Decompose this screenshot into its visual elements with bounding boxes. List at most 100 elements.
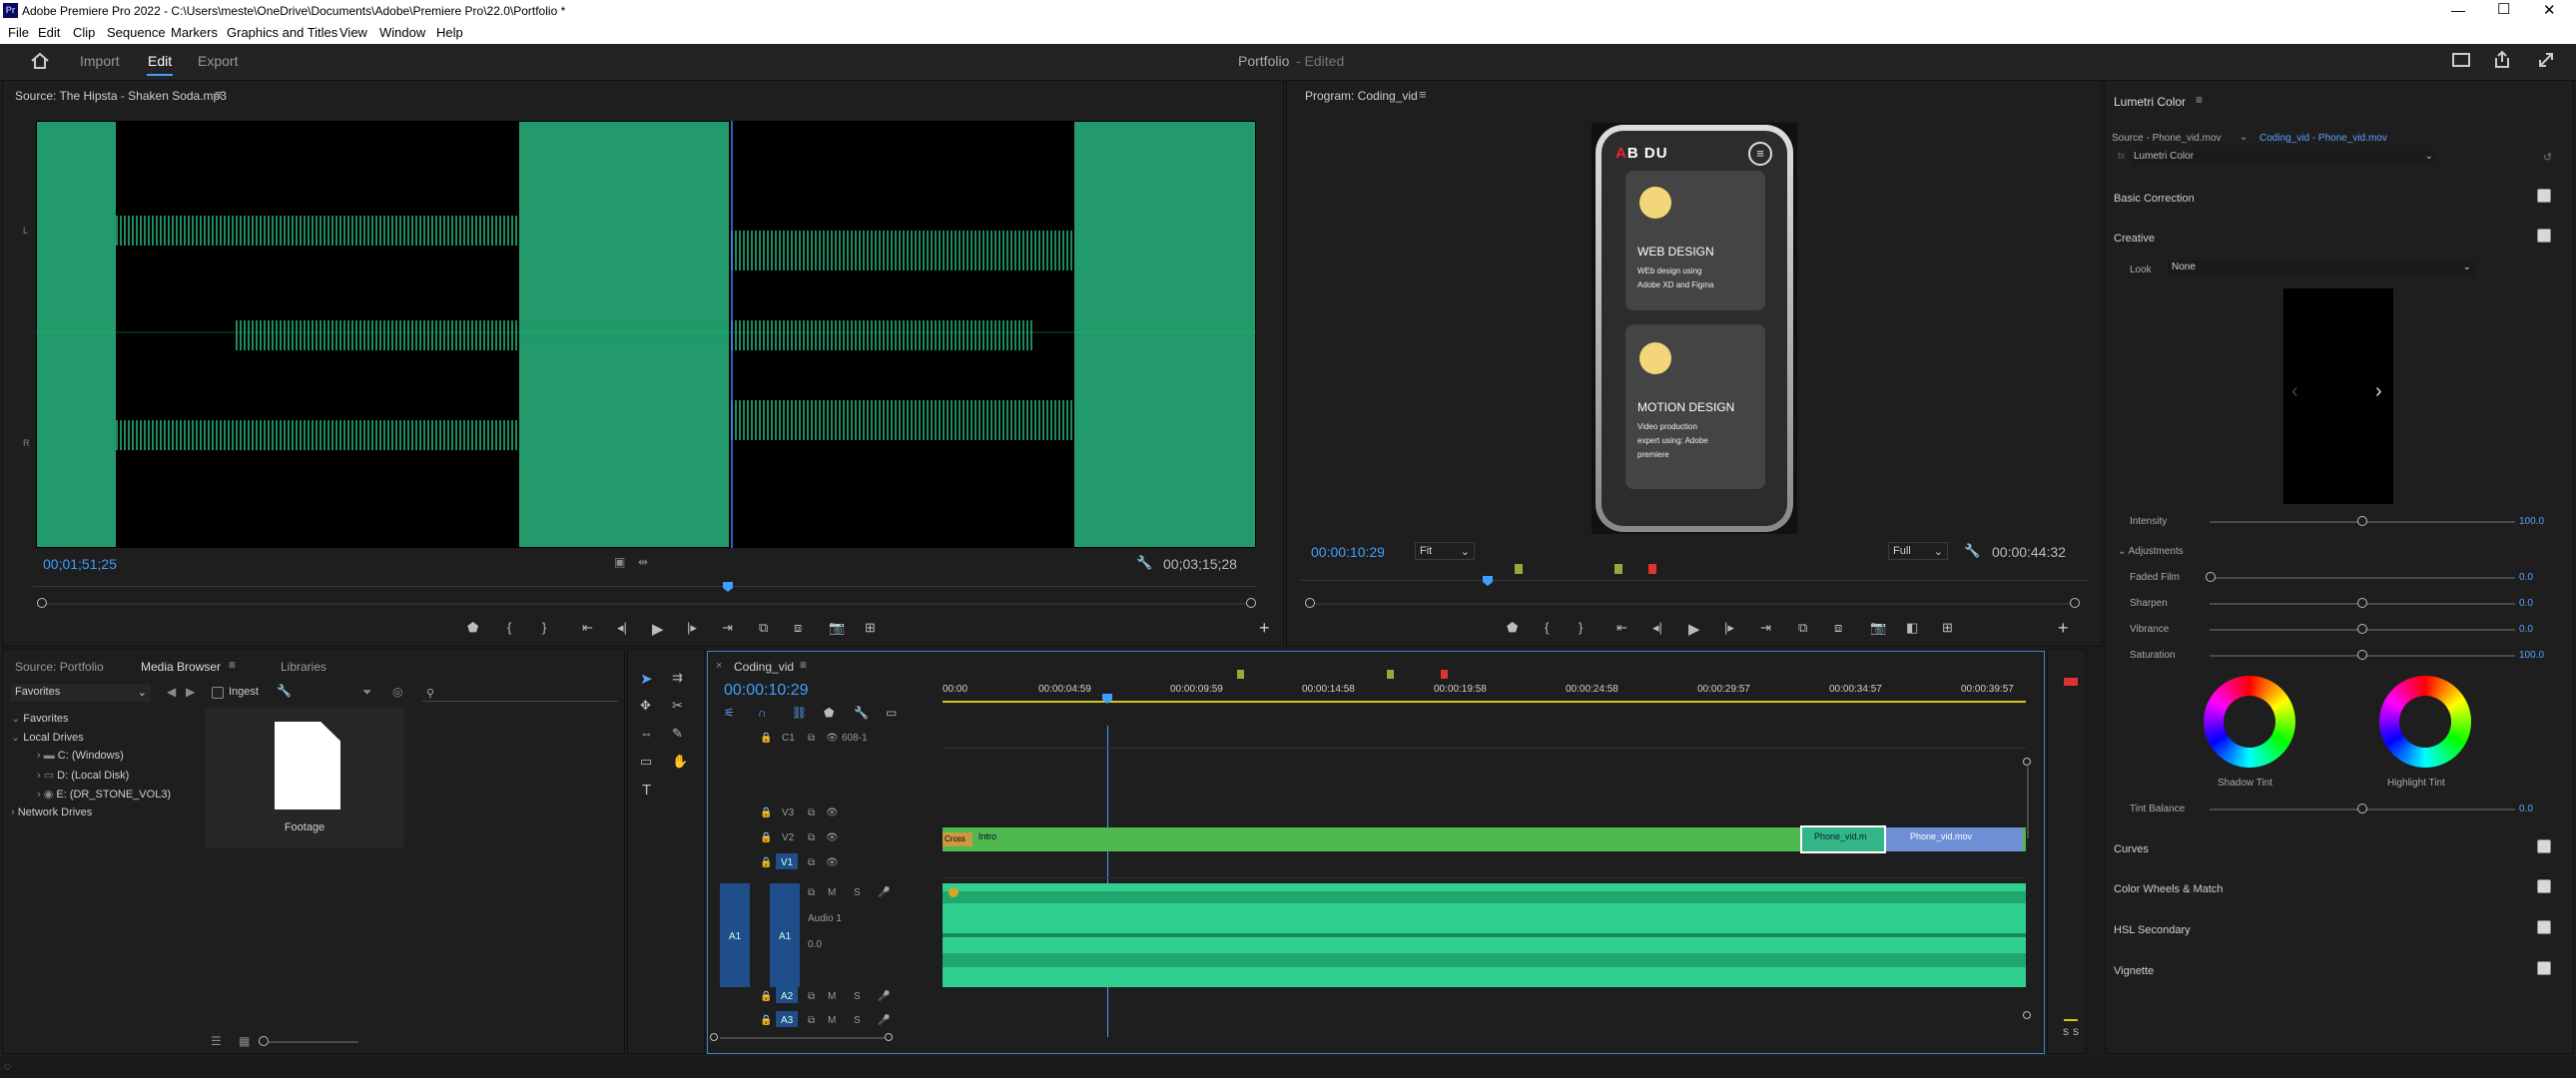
quality-dropdown[interactable]: Full ⌄ bbox=[1888, 542, 1948, 560]
step-forward-icon[interactable]: |▸ bbox=[687, 620, 697, 636]
meter-solo-2[interactable]: S bbox=[2073, 1027, 2079, 1037]
creative-checkbox[interactable] bbox=[2537, 229, 2551, 243]
timeline-marker-2[interactable] bbox=[1387, 670, 1394, 679]
menu-sequence[interactable]: Sequence bbox=[107, 25, 166, 40]
go-to-out-icon[interactable]: ⇥ bbox=[722, 620, 733, 636]
forward-icon[interactable]: ▶ bbox=[186, 685, 195, 699]
video-clip-phone-2[interactable]: Phone_vid.mov bbox=[1886, 827, 2023, 851]
section-creative[interactable]: Creative bbox=[2114, 233, 2155, 245]
sharpen-value[interactable]: 0.0 bbox=[2519, 598, 2533, 609]
look-preview[interactable]: ‹ › bbox=[2283, 288, 2393, 504]
back-icon[interactable]: ◀ bbox=[167, 685, 176, 699]
vibrance-knob[interactable] bbox=[2357, 624, 2367, 634]
v3-sync-icon[interactable]: ⧉ bbox=[808, 808, 815, 818]
program-mark-in-icon[interactable]: { bbox=[1545, 620, 1549, 635]
lock-c1-icon[interactable]: 🔒 bbox=[760, 733, 772, 744]
video-clip-phone-1[interactable]: Phone_vid.m bbox=[1800, 825, 1886, 853]
menu-graphics[interactable]: Graphics and Titles bbox=[227, 25, 337, 40]
source-dropdown-icon[interactable]: ⌄ bbox=[2240, 132, 2248, 143]
program-step-forward-icon[interactable]: |▸ bbox=[1724, 620, 1734, 636]
timeline-marker-1[interactable] bbox=[1237, 670, 1244, 679]
type-tool-icon[interactable]: T bbox=[642, 782, 651, 799]
source-add-button[interactable]: + bbox=[1259, 618, 1270, 639]
tree-drive-e[interactable]: › ◉ E: (DR_STONE_VOL3) bbox=[37, 788, 171, 801]
adjustments-label[interactable]: ⌄ Adjustments bbox=[2118, 546, 2184, 557]
captions-icon[interactable]: ▭ bbox=[886, 706, 897, 720]
a2-mic-icon[interactable]: 🎤 bbox=[878, 991, 890, 1002]
hand-icon[interactable]: ✋ bbox=[672, 754, 688, 770]
track-a3[interactable]: A3 bbox=[781, 1015, 793, 1026]
tree-favorites[interactable]: ⌄ Favorites bbox=[11, 712, 69, 725]
source-time-ruler[interactable] bbox=[33, 586, 1256, 587]
play-icon[interactable]: ▶ bbox=[652, 620, 664, 638]
a2-solo[interactable]: S bbox=[854, 991, 861, 1002]
clip-indicators[interactable] bbox=[2064, 678, 2078, 686]
menu-clip[interactable]: Clip bbox=[73, 25, 95, 40]
source-timecode[interactable]: 00;01;51;25 bbox=[43, 556, 117, 572]
lock-v1-icon[interactable]: 🔒 bbox=[760, 857, 772, 868]
a3-mute[interactable]: M bbox=[828, 1015, 836, 1026]
snap-icon[interactable]: ∩ bbox=[758, 706, 767, 720]
marker-yellow-2[interactable] bbox=[1614, 564, 1622, 574]
hsl-checkbox[interactable] bbox=[2537, 920, 2551, 934]
thumb-size-slider[interactable] bbox=[259, 1036, 269, 1046]
close-sequence-icon[interactable]: × bbox=[716, 660, 722, 672]
look-dropdown[interactable]: None ⌄ bbox=[2168, 261, 2475, 276]
reset-icon[interactable]: ↺ bbox=[2543, 151, 2552, 164]
fullscreen-icon[interactable] bbox=[2536, 50, 2556, 70]
source-zoom-bar[interactable] bbox=[47, 603, 1250, 605]
intensity-knob[interactable] bbox=[2357, 516, 2367, 526]
compare-icon[interactable]: ◧ bbox=[1906, 620, 1918, 636]
lumetri-menu-icon[interactable]: ≡ bbox=[2196, 93, 2203, 107]
tree-drive-d[interactable]: › ▭ D: (Local Disk) bbox=[37, 769, 129, 782]
program-zoom-right[interactable] bbox=[2070, 598, 2080, 608]
lock-a2-icon[interactable]: 🔒 bbox=[760, 991, 772, 1002]
section-curves[interactable]: Curves bbox=[2114, 843, 2149, 855]
c1-toggle-icon[interactable]: ⧉ bbox=[808, 733, 815, 744]
timeline-timecode[interactable]: 00:00:10:29 bbox=[724, 682, 809, 700]
sequence-menu-icon[interactable]: ≡ bbox=[800, 658, 807, 672]
program-menu-icon[interactable]: ≡ bbox=[1419, 87, 1427, 102]
vibrance-value[interactable]: 0.0 bbox=[2519, 624, 2533, 635]
folder-tile[interactable]: Footage bbox=[205, 708, 404, 847]
basic-checkbox[interactable] bbox=[2537, 189, 2551, 203]
c1-eye-icon[interactable]: 👁 bbox=[826, 733, 839, 744]
a1-volume[interactable]: 0.0 bbox=[808, 939, 822, 950]
v-scroll-top[interactable] bbox=[2023, 758, 2031, 766]
vr-icon[interactable]: ⊞ bbox=[1942, 620, 1953, 636]
drag-video-icon[interactable]: ⇹ bbox=[638, 555, 648, 569]
track-select-icon[interactable]: ⇉ bbox=[672, 670, 683, 686]
marker-yellow-1[interactable] bbox=[1515, 564, 1523, 574]
ingest-settings-icon[interactable]: 🔧 bbox=[277, 684, 292, 698]
a1-mute[interactable]: M bbox=[828, 887, 836, 898]
fit-dropdown[interactable]: Fit ⌄ bbox=[1415, 542, 1475, 560]
cross-dissolve[interactable]: Cross bbox=[943, 832, 972, 846]
program-add-button[interactable]: + bbox=[2058, 618, 2069, 639]
menu-file[interactable]: File bbox=[8, 25, 29, 40]
menu-help[interactable]: Help bbox=[436, 25, 463, 40]
tab-source-portfolio[interactable]: Source: Portfolio bbox=[15, 660, 104, 674]
ripple-edit-icon[interactable]: ✥ bbox=[640, 698, 651, 714]
menu-view[interactable]: View bbox=[339, 25, 367, 40]
sequence-tab[interactable]: Coding_vid bbox=[734, 660, 794, 674]
share-icon[interactable] bbox=[2492, 50, 2512, 70]
v2-sync-icon[interactable]: ⧉ bbox=[808, 832, 815, 843]
close-icon[interactable]: ✕ bbox=[2543, 1, 2556, 19]
highlight-tint-wheel[interactable] bbox=[2379, 676, 2471, 768]
program-step-back-icon[interactable]: ◂| bbox=[1652, 620, 1662, 636]
thumb-size-track[interactable] bbox=[269, 1041, 358, 1043]
tab-media-browser[interactable]: Media Browser bbox=[141, 660, 221, 674]
program-mark-out-icon[interactable]: } bbox=[1579, 620, 1583, 635]
slip-icon[interactable]: ⇔ bbox=[640, 726, 653, 741]
program-go-out-icon[interactable]: ⇥ bbox=[1760, 620, 1771, 636]
tint-balance-knob[interactable] bbox=[2357, 804, 2367, 813]
track-v3[interactable]: V3 bbox=[782, 808, 794, 818]
section-hsl[interactable]: HSL Secondary bbox=[2114, 924, 2191, 936]
saturation-value[interactable]: 100.0 bbox=[2519, 650, 2544, 661]
mark-out-icon[interactable]: } bbox=[542, 620, 546, 635]
a1-source-patch[interactable]: A1 bbox=[720, 883, 750, 987]
meter-solo-1[interactable]: S bbox=[2063, 1027, 2069, 1037]
source-zoom-left[interactable] bbox=[37, 598, 47, 608]
wheels-checkbox[interactable] bbox=[2537, 879, 2551, 893]
tree-local-drives[interactable]: ⌄ Local Drives bbox=[11, 731, 84, 744]
